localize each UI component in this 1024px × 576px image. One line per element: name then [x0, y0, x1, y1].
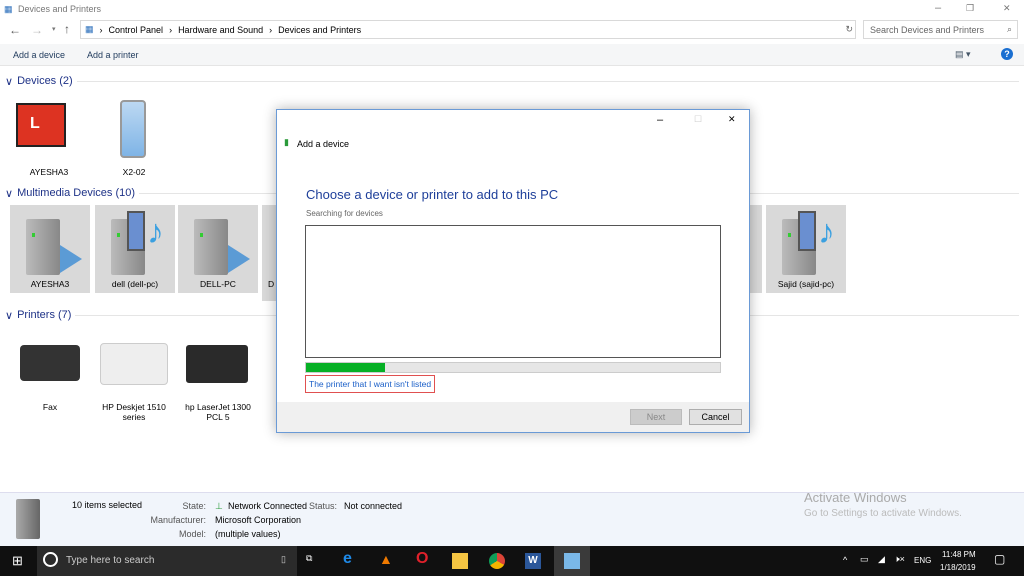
search-input[interactable]: Search Devices and Printers ⌕: [863, 20, 1018, 39]
dialog-title: Add a device: [297, 139, 350, 149]
app-icon: ▦: [4, 4, 13, 14]
device-label: AYESHA3: [29, 167, 69, 177]
media-device-tile[interactable]: AYESHA3: [10, 205, 90, 293]
task-view-icon[interactable]: ⧉: [306, 553, 312, 564]
search-progress-bar: [305, 362, 721, 373]
device-list[interactable]: [305, 225, 721, 358]
clock-time[interactable]: 11:48 PM: [942, 550, 976, 559]
taskbar: ⊞ Type here to search ▯ ⧉ e ▲ O W ^ ▭ ◢ …: [0, 546, 1024, 576]
details-pane: 10 items selected State: ⊥ Network Conne…: [0, 490, 1024, 546]
dialog-subtitle: Searching for devices: [306, 209, 383, 218]
progress-fill: [306, 363, 385, 372]
word-icon[interactable]: W: [525, 553, 541, 569]
add-device-dialog: – ☐ ✕ ▮ Add a device Choose a device or …: [276, 109, 750, 433]
add-device-button[interactable]: Add a device: [13, 50, 65, 60]
chrome-icon[interactable]: [489, 553, 505, 569]
dialog-maximize-button[interactable]: ☐: [694, 114, 702, 125]
microphone-icon[interactable]: ▯: [281, 554, 286, 565]
fax-icon[interactable]: [20, 345, 80, 381]
music-note-icon: ♪: [818, 213, 835, 251]
close-button[interactable]: ✕: [1003, 3, 1011, 14]
breadcrumb-devices-printers[interactable]: Devices and Printers: [278, 25, 361, 35]
notifications-icon[interactable]: ▢: [994, 552, 1005, 566]
volume-muted-icon[interactable]: 🕨×: [894, 554, 905, 565]
address-bar[interactable]: ▦ › Control Panel › Hardware and Sound › De…: [80, 20, 856, 39]
media-device-tile[interactable]: ♪ Sajid (sajid-pc): [766, 205, 846, 293]
add-device-icon: ▮: [284, 137, 289, 147]
control-panel-icon: ▦: [85, 24, 94, 34]
opera-icon[interactable]: O: [416, 550, 428, 568]
control-panel-taskbar-button[interactable]: [554, 546, 590, 576]
cancel-button[interactable]: Cancel: [689, 409, 742, 425]
title-bar: ▦ Devices and Printers – ❐ ✕: [0, 0, 1024, 18]
clock-date[interactable]: 1/18/2019: [940, 563, 976, 572]
printer-not-listed-link[interactable]: The printer that I want isn't listed: [305, 375, 436, 393]
media-server-icon: [26, 219, 60, 275]
activate-windows-subtitle: Go to Settings to activate Windows.: [804, 508, 962, 519]
vlc-icon[interactable]: ▲: [379, 551, 393, 567]
next-button[interactable]: Next: [630, 409, 682, 425]
view-options-icon[interactable]: ▤ ▾: [955, 49, 971, 60]
dialog-minimize-button[interactable]: –: [657, 114, 663, 126]
breadcrumb-control-panel[interactable]: Control Panel: [109, 25, 164, 35]
refresh-icon[interactable]: ↻: [845, 24, 853, 35]
command-bar: Add a device Add a printer ▤ ▾ ?: [0, 44, 1024, 66]
language-indicator[interactable]: ENG: [914, 556, 931, 565]
group-devices[interactable]: ∨ Devices (2): [5, 74, 1019, 88]
start-windows-icon[interactable]: ⊞: [12, 553, 23, 569]
computer-icon[interactable]: L: [16, 103, 66, 147]
devices-printers-icon: [564, 553, 580, 569]
printer-label: hp LaserJet 1300 PCL 5: [185, 402, 251, 422]
selection-count: 10 items selected: [72, 500, 143, 510]
dialog-heading: Choose a device or printer to add to thi…: [306, 187, 559, 202]
printer-label: HP Deskjet 1510 series: [102, 402, 166, 422]
media-device-tile[interactable]: DELL-PC: [178, 205, 258, 293]
file-explorer-icon[interactable]: [452, 553, 468, 569]
add-printer-button[interactable]: Add a printer: [87, 50, 139, 60]
network-icon: ⊥: [215, 501, 223, 511]
activate-windows-title: Activate Windows: [804, 490, 907, 505]
taskbar-search-box[interactable]: Type here to search ▯: [37, 546, 297, 576]
music-note-icon: ♪: [147, 213, 164, 251]
breadcrumb-hardware-sound[interactable]: Hardware and Sound: [178, 25, 263, 35]
up-icon[interactable]: ↑: [64, 22, 70, 36]
selected-devices-icon: [16, 499, 40, 539]
window-title: Devices and Printers: [18, 4, 102, 14]
minimize-button[interactable]: –: [935, 2, 941, 14]
battery-icon[interactable]: ▭: [860, 554, 869, 565]
recent-dropdown-icon[interactable]: ▾: [52, 25, 56, 33]
dialog-close-button[interactable]: ✕: [728, 114, 736, 125]
printer-icon[interactable]: [100, 343, 168, 385]
wifi-icon[interactable]: ◢: [878, 554, 885, 565]
back-icon[interactable]: ←: [9, 23, 21, 37]
printer-icon[interactable]: [186, 345, 248, 383]
edge-icon[interactable]: e: [343, 550, 352, 568]
maximize-button[interactable]: ❐: [966, 3, 974, 14]
printer-label: Fax: [42, 402, 58, 412]
search-icon: ⌕: [1006, 24, 1012, 34]
help-button[interactable]: ?: [1001, 48, 1013, 60]
device-label: X2-02: [122, 167, 146, 177]
phone-icon[interactable]: [120, 100, 146, 158]
media-server-icon: [194, 219, 228, 275]
media-device-tile[interactable]: ♪ dell (dell-pc): [95, 205, 175, 293]
show-hidden-icons-icon[interactable]: ^: [843, 555, 847, 565]
cortana-icon: [43, 552, 58, 567]
forward-icon[interactable]: →: [31, 23, 43, 37]
